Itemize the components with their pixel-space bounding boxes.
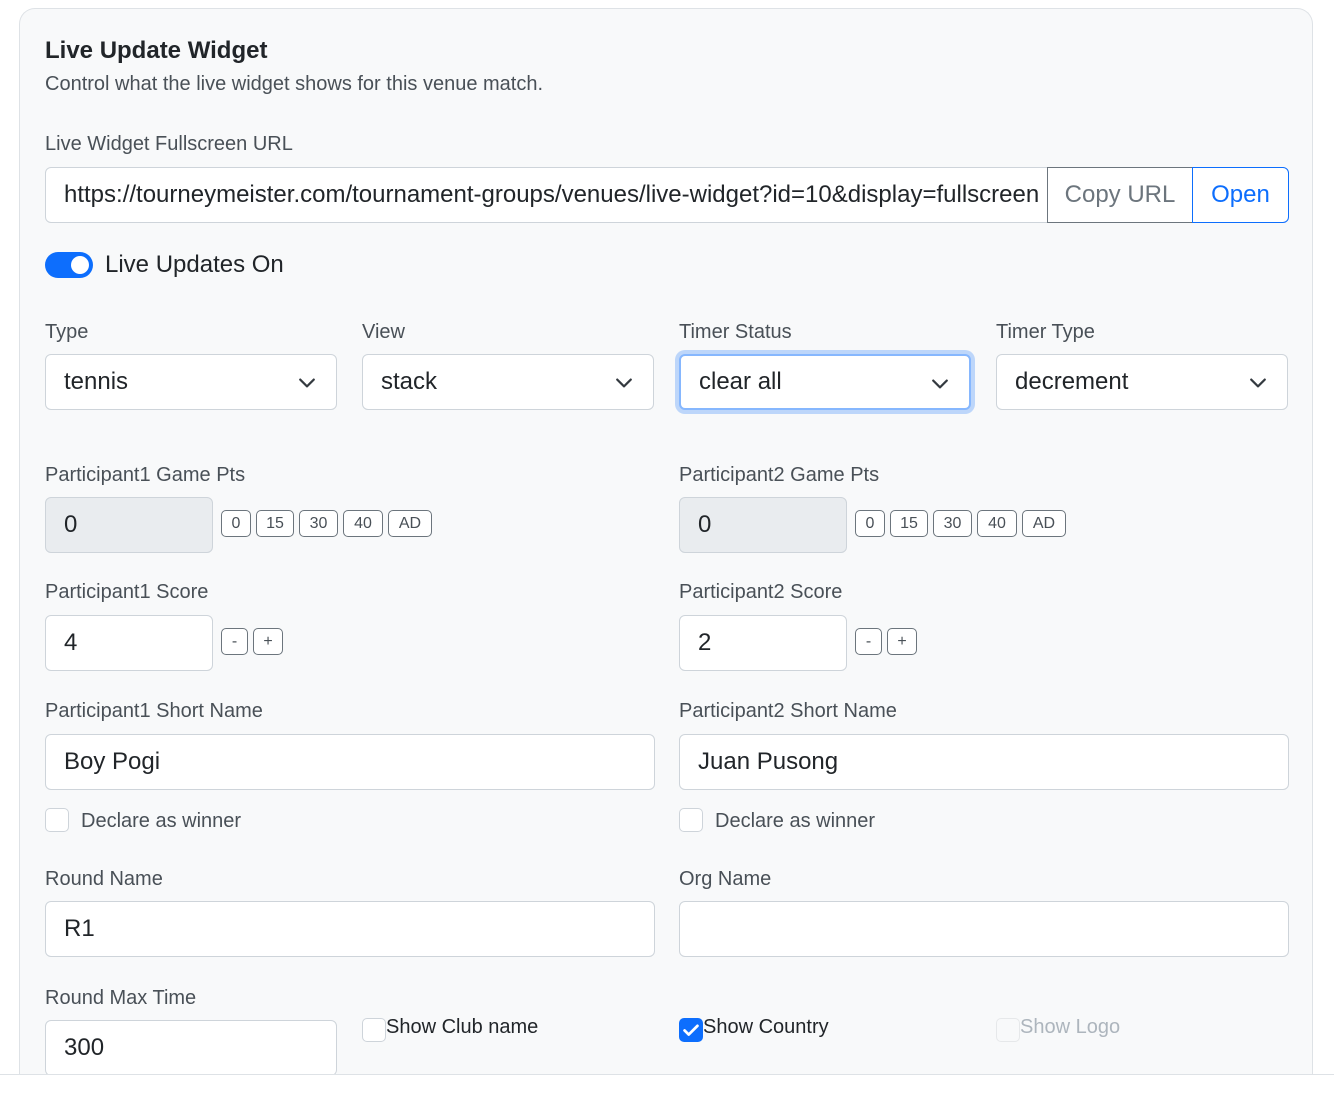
p2-pts-15-button[interactable]: 15 bbox=[890, 510, 928, 537]
p2-pts-ad-button[interactable]: AD bbox=[1022, 510, 1066, 537]
p2-short-name-input[interactable]: Juan Pusong bbox=[679, 734, 1289, 790]
timer-type-select[interactable]: decrement bbox=[996, 354, 1288, 410]
p2-score-increment-button[interactable]: + bbox=[887, 628, 917, 655]
p1-pts-40-button[interactable]: 40 bbox=[343, 510, 383, 537]
p2-short-name-label: Participant2 Short Name bbox=[679, 700, 897, 722]
p2-game-pts-input: 0 bbox=[679, 497, 847, 553]
fullscreen-url-value: https://tourneymeister.com/tournament-gr… bbox=[64, 181, 1040, 208]
p1-declare-winner-label: Declare as winner bbox=[81, 810, 242, 832]
p2-pts-40-button[interactable]: 40 bbox=[977, 510, 1017, 537]
p2-pts-30-button[interactable]: 30 bbox=[933, 510, 972, 537]
round-name-label: Round Name bbox=[45, 868, 163, 890]
p2-short-name-value: Juan Pusong bbox=[698, 748, 839, 775]
card-subtitle: Control what the live widget shows for t… bbox=[45, 73, 544, 95]
chevron-down-icon bbox=[299, 378, 315, 388]
open-url-button[interactable]: Open bbox=[1192, 167, 1289, 223]
p1-declare-winner-checkbox[interactable] bbox=[45, 808, 69, 832]
show-club-name-checkbox[interactable] bbox=[362, 1018, 386, 1042]
round-max-time-value: 300 bbox=[64, 1034, 105, 1061]
timer-status-select-value: clear all bbox=[699, 368, 782, 395]
type-label: Type bbox=[45, 321, 89, 343]
show-country-checkbox[interactable] bbox=[679, 1018, 703, 1042]
p2-game-pts-value: 0 bbox=[698, 511, 712, 538]
p1-score-label: Participant1 Score bbox=[45, 581, 209, 603]
p2-score-input[interactable]: 2 bbox=[679, 615, 847, 671]
round-name-value: R1 bbox=[64, 915, 95, 942]
p1-game-pts-input: 0 bbox=[45, 497, 213, 553]
p1-score-decrement-button[interactable]: - bbox=[221, 628, 248, 655]
view-label: View bbox=[362, 321, 405, 343]
p2-pts-0-button[interactable]: 0 bbox=[855, 510, 885, 537]
p1-game-pts-label: Participant1 Game Pts bbox=[45, 464, 246, 486]
p1-short-name-value: Boy Pogi bbox=[64, 748, 161, 775]
p1-pts-0-button[interactable]: 0 bbox=[221, 510, 251, 537]
round-max-time-label: Round Max Time bbox=[45, 987, 197, 1009]
p2-declare-winner-label: Declare as winner bbox=[715, 810, 876, 832]
show-country-label: Show Country bbox=[703, 1016, 829, 1038]
p1-short-name-label: Participant1 Short Name bbox=[45, 700, 263, 722]
show-club-name-label: Show Club name bbox=[386, 1016, 539, 1038]
p1-score-value: 4 bbox=[64, 629, 78, 656]
copy-url-button[interactable]: Copy URL bbox=[1047, 167, 1193, 223]
round-name-input[interactable]: R1 bbox=[45, 901, 655, 957]
checkmark-icon bbox=[683, 1024, 699, 1036]
p2-score-decrement-button[interactable]: - bbox=[855, 628, 882, 655]
p1-score-increment-button[interactable]: + bbox=[253, 628, 283, 655]
p2-game-pts-label: Participant2 Game Pts bbox=[679, 464, 880, 486]
p1-score-input[interactable]: 4 bbox=[45, 615, 213, 671]
p2-score-value: 2 bbox=[698, 629, 712, 656]
timer-status-select[interactable]: clear all bbox=[679, 354, 971, 410]
round-max-time-input[interactable]: 300 bbox=[45, 1020, 337, 1074]
live-updates-toggle[interactable] bbox=[45, 252, 93, 278]
view-select-value: stack bbox=[381, 368, 438, 395]
show-logo-checkbox bbox=[996, 1018, 1020, 1042]
card-title: Live Update Widget bbox=[45, 37, 268, 64]
p1-pts-30-button[interactable]: 30 bbox=[299, 510, 338, 537]
p1-game-pts-value: 0 bbox=[64, 511, 78, 538]
chevron-down-icon bbox=[1250, 378, 1266, 388]
fullscreen-url-input[interactable]: https://tourneymeister.com/tournament-gr… bbox=[45, 167, 1048, 223]
timer-type-label: Timer Type bbox=[996, 321, 1095, 343]
p1-pts-ad-button[interactable]: AD bbox=[388, 510, 432, 537]
show-logo-label: Show Logo bbox=[1020, 1016, 1121, 1038]
bottom-divider bbox=[0, 1074, 1334, 1075]
p1-short-name-input[interactable]: Boy Pogi bbox=[45, 734, 655, 790]
type-select[interactable]: tennis bbox=[45, 354, 337, 410]
org-name-label: Org Name bbox=[679, 868, 772, 890]
url-label: Live Widget Fullscreen URL bbox=[45, 133, 293, 155]
timer-status-label: Timer Status bbox=[679, 321, 792, 343]
view-select[interactable]: stack bbox=[362, 354, 654, 410]
p1-pts-15-button[interactable]: 15 bbox=[256, 510, 294, 537]
chevron-down-icon bbox=[616, 378, 632, 388]
p2-declare-winner-checkbox[interactable] bbox=[679, 808, 703, 832]
chevron-down-icon bbox=[932, 379, 948, 389]
live-updates-label: Live Updates On bbox=[105, 251, 284, 278]
live-update-widget-card: Live Update Widget Control what the live… bbox=[19, 8, 1313, 1074]
p2-score-label: Participant2 Score bbox=[679, 581, 843, 603]
org-name-input[interactable] bbox=[679, 901, 1289, 957]
type-select-value: tennis bbox=[64, 368, 129, 395]
timer-type-select-value: decrement bbox=[1015, 368, 1129, 395]
